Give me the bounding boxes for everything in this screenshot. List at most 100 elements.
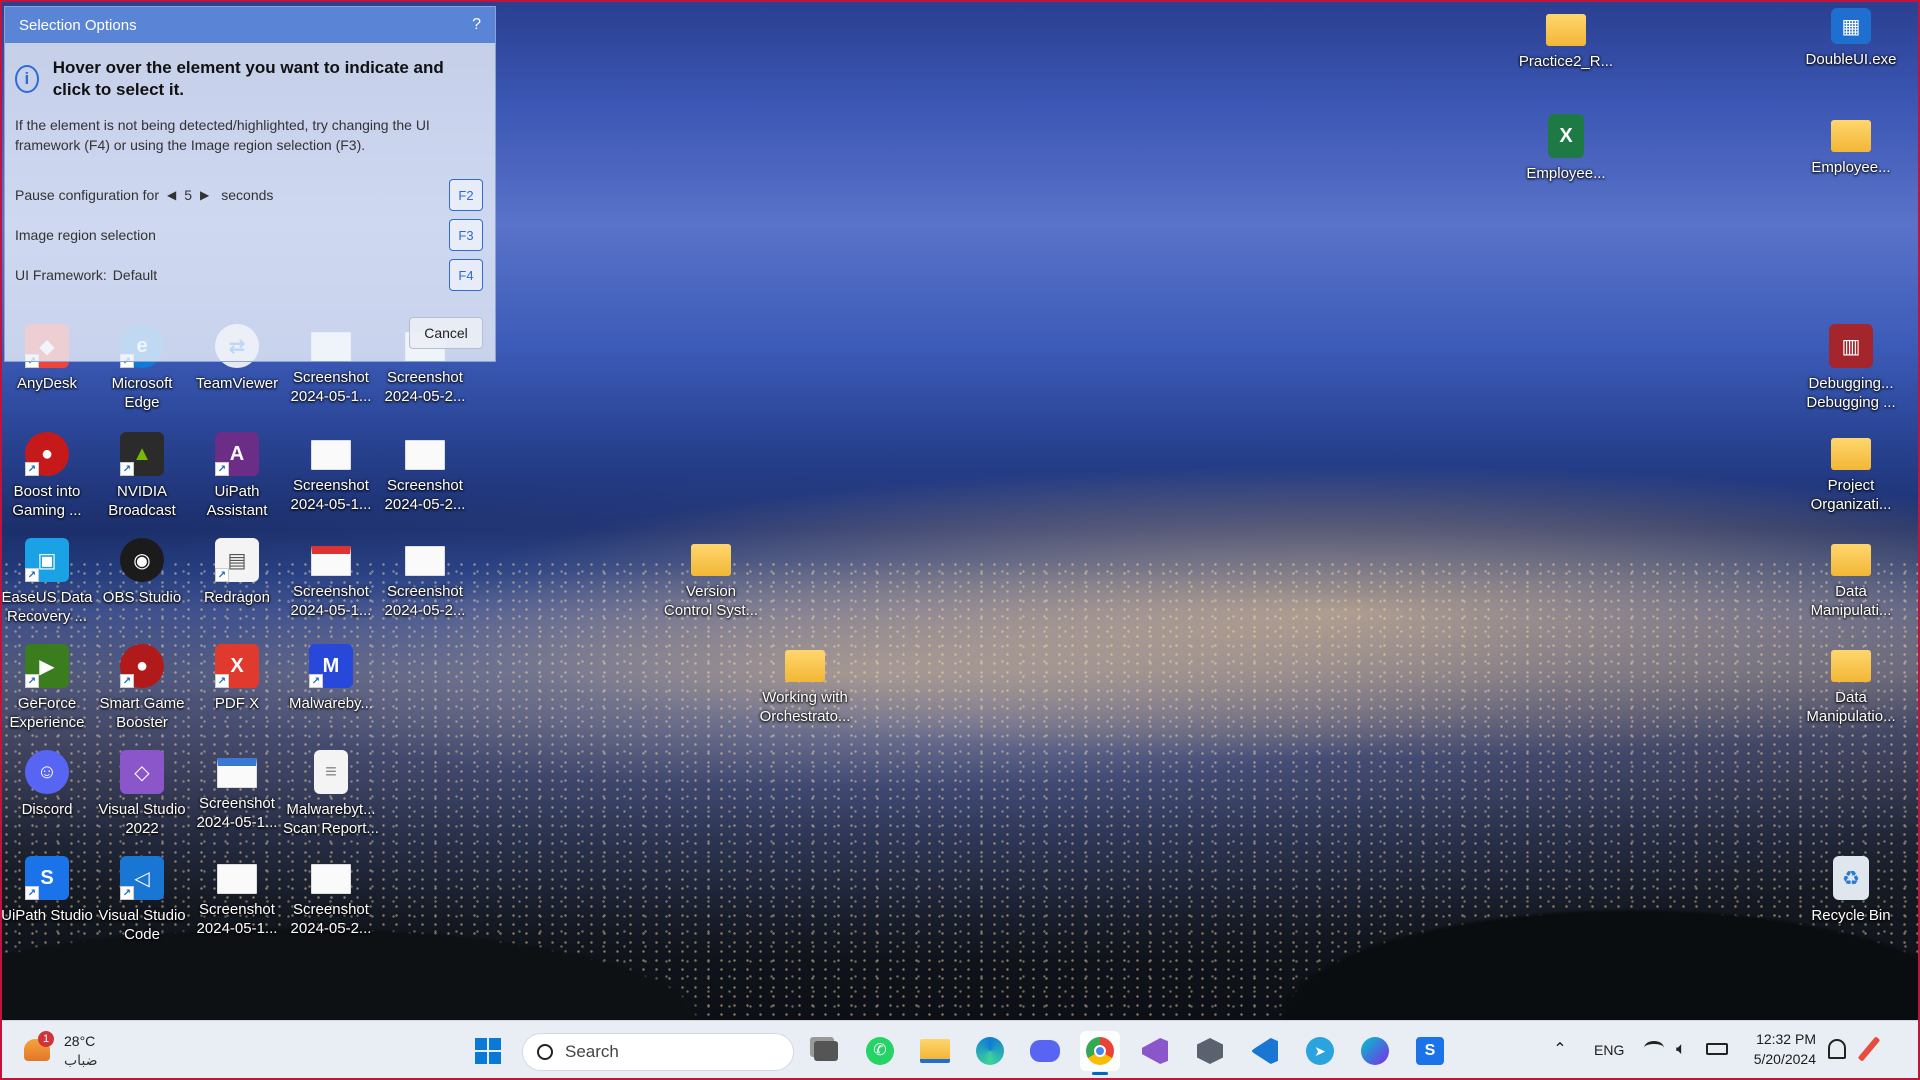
taskbar-chrome[interactable] — [1080, 1031, 1120, 1075]
desktop-icon-screenshot[interactable]: Screenshot 2024-05-1... — [190, 852, 284, 952]
pause-decrease-button[interactable]: ◀ — [167, 188, 176, 202]
desktop-folder-practice2[interactable]: Practice2_R... — [1519, 4, 1613, 104]
uipath-assistant-icon: A ↗ — [215, 432, 259, 476]
pause-unit: seconds — [221, 187, 274, 203]
windows-icon — [475, 1038, 501, 1064]
instruction-hint: If the element is not being detected/hig… — [15, 117, 430, 153]
desktop-icon-screenshot[interactable]: Screenshot 2024-05-2... — [284, 852, 378, 952]
desktop-icon-employee-excel[interactable]: X Employee... — [1519, 110, 1613, 210]
desktop-icon-discord[interactable]: ☺ Discord — [0, 746, 94, 846]
screenshot-file-icon — [217, 758, 257, 788]
desktop-icon-screenshot[interactable]: Screenshot 2024-05-2... — [378, 534, 472, 634]
desktop-icon-redragon[interactable]: ▤ ↗ Redragon — [190, 534, 284, 634]
desktop-icon-nvidia-broadcast[interactable]: ▲ ↗ NVIDIA Broadcast — [95, 428, 189, 528]
pen-icon[interactable] — [1857, 1036, 1881, 1062]
edge-icon — [976, 1037, 1004, 1065]
input-language[interactable]: ENG — [1594, 1042, 1624, 1058]
desktop-icon-screenshot[interactable]: Screenshot 2024-05-2... — [378, 428, 472, 528]
desktop-icon-screenshot[interactable]: Screenshot 2024-05-1... — [190, 746, 284, 846]
folder-icon — [785, 650, 825, 682]
desktop-icon-doubleui[interactable]: ▦ DoubleUI.exe — [1804, 4, 1898, 104]
taskbar: 1 28°C ضباب Search ✆ ➤ S ⌃ ENG 🔈︎ 12:32 … — [0, 1020, 1920, 1080]
selection-options-dialog: Selection Options ? i Hover over the ele… — [4, 6, 496, 362]
desktop-icon-boost-gaming[interactable]: ● ↗ Boost into Gaming ... — [0, 428, 94, 528]
task-view-icon — [814, 1041, 838, 1061]
search-placeholder: Search — [565, 1042, 619, 1061]
folder-icon — [1831, 544, 1871, 576]
start-button[interactable] — [468, 1031, 508, 1071]
cancel-button[interactable]: Cancel — [409, 317, 483, 349]
taskbar-app[interactable] — [1190, 1031, 1230, 1071]
desktop-icon-pdf-x[interactable]: X ↗ PDF X — [190, 640, 284, 740]
taskbar-whatsapp[interactable]: ✆ — [860, 1031, 900, 1071]
desktop-folder-working-orchestrator[interactable]: Working with Orchestrato... — [758, 640, 852, 740]
taskbar-visual-studio[interactable] — [1135, 1031, 1175, 1071]
show-hidden-icons-button[interactable]: ⌃ — [1550, 1039, 1570, 1059]
desktop-folder-data-manipulation[interactable]: Data Manipulati... — [1804, 534, 1898, 634]
archive-icon: ▥ — [1829, 324, 1873, 368]
taskbar-vscode[interactable] — [1245, 1031, 1285, 1071]
vscode-icon: ◁ ↗ — [120, 856, 164, 900]
desktop-icon-recycle-bin[interactable]: ♻ Recycle Bin — [1804, 852, 1898, 952]
info-icon: i — [15, 65, 39, 93]
excel-file-icon: X — [1548, 114, 1584, 158]
desktop-icon-visual-studio-2022[interactable]: ◇ Visual Studio 2022 — [95, 746, 189, 846]
pause-seconds-value[interactable]: 5 — [184, 187, 192, 203]
uipath-studio-icon: S — [1416, 1037, 1444, 1065]
desktop-icon-obs-studio[interactable]: ◉ OBS Studio — [95, 534, 189, 634]
notification-bell-icon[interactable] — [1828, 1039, 1846, 1059]
battery-icon[interactable] — [1706, 1043, 1728, 1055]
dialog-titlebar[interactable]: Selection Options ? — [5, 7, 495, 43]
desktop-icon-uipath-studio[interactable]: S ↗ UiPath Studio — [0, 852, 94, 952]
desktop-icon-malwarebytes-report[interactable]: ≡ Malwarebyt... Scan Report... — [283, 746, 379, 846]
desktop-folder-data-manipulation[interactable]: Data Manipulatio... — [1804, 640, 1898, 740]
desktop-folder-employee[interactable]: Employee... — [1804, 110, 1898, 210]
taskbar-task-view[interactable] — [806, 1031, 846, 1071]
wifi-icon[interactable] — [1644, 1041, 1664, 1055]
image-region-shortcut-button[interactable]: F3 — [449, 219, 483, 251]
obs-icon: ◉ — [120, 538, 164, 582]
taskbar-search[interactable]: Search — [522, 1033, 794, 1071]
ui-framework-value[interactable]: Default — [113, 267, 157, 283]
screenshot-file-icon — [217, 864, 257, 894]
folder-icon — [1546, 14, 1586, 46]
weather-temperature: 28°C — [64, 1033, 96, 1049]
pause-shortcut-button[interactable]: F2 — [449, 179, 483, 211]
whatsapp-icon: ✆ — [866, 1037, 894, 1065]
desktop-icon-geforce[interactable]: ▶ ↗ GeForce Experience — [0, 640, 94, 740]
ui-framework-row: UI Framework: Default F4 — [15, 259, 483, 291]
desktop-icon-screenshot[interactable]: Screenshot 2024-05-1... — [284, 428, 378, 528]
dialog-title: Selection Options — [19, 16, 137, 34]
desktop-icon-vscode[interactable]: ◁ ↗ Visual Studio Code — [95, 852, 189, 952]
pause-increase-button[interactable]: ▶ — [200, 188, 209, 202]
taskbar-discord[interactable] — [1025, 1031, 1065, 1071]
weather-widget[interactable]: 1 28°C ضباب — [18, 1029, 108, 1073]
desktop-icon-smart-game-booster[interactable]: ● ↗ Smart Game Booster — [95, 640, 189, 740]
desktop-folder-version-control[interactable]: Version Control Syst... — [664, 534, 758, 634]
vscode-icon — [1252, 1038, 1278, 1064]
desktop-icon-debugging-archive[interactable]: ▥ Debugging... Debugging ... — [1804, 320, 1898, 420]
visual-studio-icon — [1142, 1038, 1168, 1064]
folder-icon — [691, 544, 731, 576]
clock-date[interactable]: 5/20/2024 — [1748, 1051, 1816, 1067]
discord-icon — [1030, 1040, 1060, 1062]
desktop-icon-screenshot[interactable]: Screenshot 2024-05-1... — [284, 534, 378, 634]
desktop-icon-uipath-assistant[interactable]: A ↗ UiPath Assistant — [190, 428, 284, 528]
search-icon — [537, 1044, 553, 1060]
ui-framework-shortcut-button[interactable]: F4 — [449, 259, 483, 291]
taskbar-edge[interactable] — [970, 1031, 1010, 1071]
desktop-icon-malwarebytes[interactable]: M ↗ Malwareby... — [284, 640, 378, 740]
taskbar-file-explorer[interactable] — [915, 1031, 955, 1071]
help-button[interactable]: ? — [472, 16, 481, 34]
desktop-icon-easeus[interactable]: ▣ ↗ EaseUS Data Recovery ... — [0, 534, 94, 634]
desktop-folder-project-organization[interactable]: Project Organizati... — [1804, 428, 1898, 528]
recycle-bin-icon: ♻ — [1833, 856, 1869, 900]
geforce-icon: ▶ ↗ — [25, 644, 69, 688]
taskbar-telegram[interactable]: ➤ — [1300, 1031, 1340, 1071]
chrome-icon — [1086, 1037, 1114, 1065]
redragon-icon: ▤ ↗ — [215, 538, 259, 582]
taskbar-canva[interactable] — [1355, 1031, 1395, 1071]
volume-icon[interactable]: 🔈︎ — [1676, 1039, 1686, 1059]
clock-time[interactable]: 12:32 PM — [1752, 1031, 1816, 1047]
taskbar-uipath-studio[interactable]: S — [1410, 1031, 1450, 1071]
